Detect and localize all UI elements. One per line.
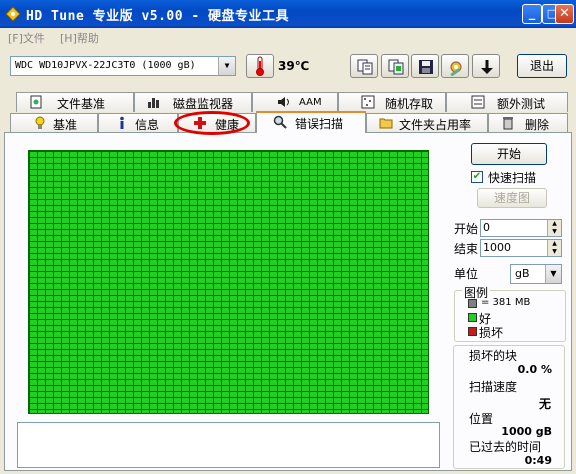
elapsed-time-value: 0:49: [524, 454, 552, 467]
title-bar: HD Tune 专业版 v5.00 - 硬盘专业工具 _ □ ✕: [0, 0, 576, 28]
random-access-icon: [361, 95, 375, 109]
tab-benchmark[interactable]: 基准: [10, 113, 98, 133]
tools-icon: [450, 61, 462, 76]
extra-tests-icon: [471, 95, 485, 109]
damaged-blocks-label: 损坏的块: [469, 349, 518, 363]
legend-damaged-swatch: [468, 327, 477, 336]
bar-chart-icon: [148, 98, 159, 108]
end-position-label: 结束: [454, 242, 479, 256]
quick-scan-label: 快速扫描: [488, 171, 537, 185]
scan-speed-value: 无: [538, 397, 551, 411]
save-button[interactable]: [411, 54, 439, 78]
start-scan-button[interactable]: 开始: [471, 143, 547, 165]
trash-icon: [503, 117, 513, 130]
tab-error-scan[interactable]: 错误扫描: [256, 111, 366, 133]
copy-icon: [357, 59, 373, 75]
elapsed-time-label: 已过去的时间: [469, 440, 542, 454]
legend-block-swatch: [468, 299, 477, 308]
start-position-label: 开始: [454, 222, 479, 236]
drive-select-value: WDC WD10JPVX-22JC3T0 (1000 gB): [15, 60, 196, 71]
health-cross-icon: [194, 117, 206, 129]
position-value: 1000 gB: [501, 425, 552, 438]
copy-image-icon: [388, 59, 404, 75]
unit-label: 单位: [454, 267, 479, 281]
scan-speed-label: 扫描速度: [469, 380, 518, 394]
info-icon: [120, 116, 124, 129]
magnifier-icon: [273, 115, 287, 129]
menu-file[interactable]: [F]文件: [8, 30, 45, 46]
options-button[interactable]: [441, 54, 469, 78]
scan-log: [17, 422, 440, 468]
chevron-down-icon[interactable]: ▼: [545, 265, 561, 283]
tab-health[interactable]: 健康: [178, 113, 256, 133]
damaged-blocks-value: 0.0 %: [517, 363, 552, 376]
tab-file-benchmark[interactable]: 文件基准: [16, 92, 134, 112]
temperature-value: 39℃: [278, 59, 310, 73]
close-button[interactable]: ✕: [555, 4, 574, 24]
chevron-down-icon[interactable]: ▼: [218, 57, 235, 75]
tab-folder-usage[interactable]: 文件夹占用率: [366, 113, 488, 133]
legend-damaged-label: 损坏: [479, 326, 504, 340]
floppy-disk-icon: [419, 60, 433, 74]
arrow-down-icon: [481, 60, 493, 74]
spin-arrows-icon[interactable]: ▲ ▼: [547, 220, 561, 236]
scan-block-map: [28, 150, 429, 414]
temperature-button[interactable]: [246, 54, 274, 78]
thermometer-icon: [256, 56, 264, 76]
folder-icon: [379, 118, 393, 129]
tab-extra-tests[interactable]: 额外测试: [446, 92, 568, 112]
app-icon: [5, 6, 21, 22]
unit-select[interactable]: gB ▼: [510, 264, 562, 284]
legend-block-size: = 381 MB: [481, 297, 531, 308]
exit-button[interactable]: 退出: [517, 54, 567, 78]
minimize-button[interactable]: _: [522, 4, 542, 24]
download-button[interactable]: [472, 54, 500, 78]
speaker-icon: [278, 97, 289, 107]
legend-good-swatch: [468, 313, 477, 322]
copy-screenshot-button[interactable]: [381, 54, 409, 78]
tab-erase[interactable]: 删除: [488, 113, 568, 133]
speed-map-button[interactable]: 速度图: [477, 188, 547, 208]
lightbulb-icon: [35, 116, 45, 129]
tab-info[interactable]: 信息: [98, 113, 178, 133]
drive-select[interactable]: WDC WD10JPVX-22JC3T0 (1000 gB) ▼: [10, 56, 236, 76]
copy-text-button[interactable]: [350, 54, 378, 78]
start-position-input[interactable]: 0 ▲ ▼: [480, 219, 562, 237]
window-title: HD Tune 专业版 v5.00 - 硬盘专业工具: [26, 9, 290, 24]
quick-scan-checkbox[interactable]: ✔: [471, 171, 483, 183]
menu-help[interactable]: [H]帮助: [60, 30, 99, 46]
tab-random-access[interactable]: 随机存取: [338, 92, 446, 112]
end-position-input[interactable]: 1000 ▲ ▼: [480, 239, 562, 257]
spin-arrows-icon[interactable]: ▲ ▼: [547, 240, 561, 256]
tab-disk-monitor[interactable]: 磁盘监视器: [134, 92, 252, 112]
menu-bar: [F]文件 [H]帮助: [0, 28, 576, 46]
tab-aam[interactable]: AAM: [252, 92, 338, 112]
position-label: 位置: [469, 412, 494, 426]
file-benchmark-icon: [30, 95, 42, 109]
